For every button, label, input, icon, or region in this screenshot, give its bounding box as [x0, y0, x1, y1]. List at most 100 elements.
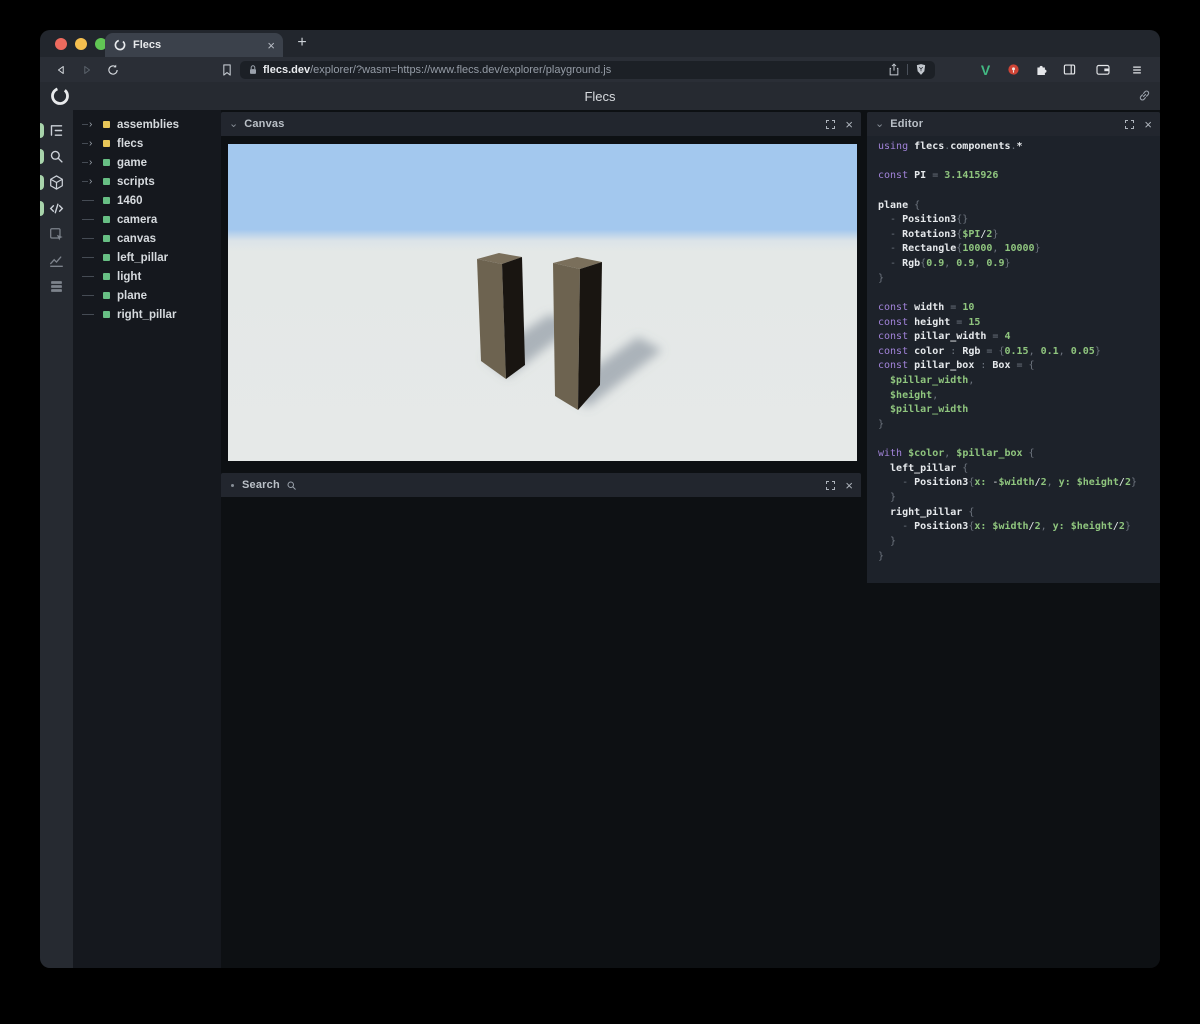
urlbar-divider — [907, 64, 908, 75]
tree-row[interactable]: › camera — [73, 210, 221, 229]
expand-panel-icon[interactable] — [825, 480, 836, 491]
minimize-window-button[interactable] — [75, 38, 87, 50]
code-line[interactable]: - Position3{} — [878, 213, 1160, 228]
rail-chart-icon[interactable] — [40, 247, 73, 273]
adblock-extension-icon[interactable] — [1004, 60, 1023, 79]
tree-row[interactable]: › left_pillar — [73, 248, 221, 267]
code-line[interactable]: - Position3{x: $width/2, y: $height/2} — [878, 520, 1160, 535]
rail-inspector-icon[interactable] — [40, 221, 73, 247]
tree-expand-chevron-icon[interactable]: › — [89, 119, 92, 130]
code-line[interactable]: } — [878, 418, 1160, 433]
tree-row-prefix: › — [82, 295, 103, 296]
code-line[interactable]: const pillar_box : Box = { — [878, 359, 1160, 374]
chevron-down-icon[interactable]: ⌄ — [875, 119, 884, 130]
share-link-icon[interactable] — [1137, 88, 1152, 103]
code-line[interactable]: plane { — [878, 199, 1160, 214]
tab-close-icon[interactable]: × — [267, 39, 275, 52]
code-line[interactable]: using flecs.components.* — [878, 140, 1160, 155]
back-button[interactable] — [50, 60, 72, 80]
browser-window: Flecs × + flecs.dev /explorer/?wasm=http… — [40, 30, 1160, 968]
tree-row[interactable]: › game — [73, 153, 221, 172]
tree-expand-chevron-icon[interactable]: › — [89, 176, 92, 187]
canvas-panel-title: Canvas — [244, 118, 285, 130]
code-line[interactable]: $pillar_width — [878, 403, 1160, 418]
tree-dash — [82, 124, 88, 125]
expand-panel-icon[interactable] — [1124, 119, 1135, 130]
sidebar-toggle-icon[interactable] — [1060, 60, 1079, 79]
tree-dash — [82, 200, 94, 201]
tree-expand-chevron-icon[interactable]: › — [89, 157, 92, 168]
code-line[interactable]: right_pillar { — [878, 506, 1160, 521]
canvas-3d-viewport[interactable] — [228, 144, 857, 461]
active-indicator — [40, 123, 44, 138]
code-editor[interactable]: using flecs.components.* const PI = 3.14… — [867, 136, 1160, 564]
entity-kind-square-icon — [103, 292, 110, 299]
tree-row[interactable]: › right_pillar — [73, 305, 221, 324]
collapsed-dot-icon[interactable] — [231, 483, 234, 487]
rail-code-icon[interactable] — [40, 195, 73, 221]
tree-row[interactable]: › canvas — [73, 229, 221, 248]
tab-flecs[interactable]: Flecs × — [105, 33, 283, 57]
tree-row[interactable]: › 1460 — [73, 191, 221, 210]
tree-row[interactable]: › light — [73, 267, 221, 286]
code-line[interactable]: - Rotation3{$PI/2} — [878, 228, 1160, 243]
expand-panel-icon[interactable] — [825, 119, 836, 130]
tree-row[interactable]: › plane — [73, 286, 221, 305]
code-line[interactable] — [878, 184, 1160, 199]
code-line[interactable]: const width = 10 — [878, 301, 1160, 316]
code-line[interactable]: } — [878, 535, 1160, 550]
forward-button[interactable] — [76, 60, 98, 80]
vue-devtools-icon[interactable]: V — [976, 60, 995, 79]
code-line[interactable]: const PI = 3.1415926 — [878, 169, 1160, 184]
close-panel-icon[interactable]: × — [845, 479, 853, 492]
search-icon — [286, 480, 297, 491]
brave-shield-icon[interactable] — [915, 63, 927, 76]
code-line[interactable]: } — [878, 550, 1160, 565]
code-line[interactable]: const height = 15 — [878, 316, 1160, 331]
code-line[interactable]: const color : Rgb = {0.15, 0.1, 0.05} — [878, 345, 1160, 360]
code-line[interactable]: - Rectangle{10000, 10000} — [878, 242, 1160, 257]
close-panel-icon[interactable]: × — [845, 118, 853, 131]
editor-panel-header[interactable]: ⌄ Editor × — [867, 112, 1160, 136]
code-line[interactable]: - Rgb{0.9, 0.9, 0.9} — [878, 257, 1160, 272]
tree-row[interactable]: › scripts — [73, 172, 221, 191]
rail-search-icon[interactable] — [40, 143, 73, 169]
tree-dash — [82, 276, 94, 277]
tree-row[interactable]: › flecs — [73, 134, 221, 153]
bookmark-icon[interactable] — [216, 60, 238, 80]
share-icon[interactable] — [888, 63, 900, 76]
menu-icon[interactable] — [1127, 60, 1146, 79]
code-line[interactable]: left_pillar { — [878, 462, 1160, 477]
reload-button[interactable] — [102, 60, 124, 80]
code-line[interactable]: - Position3{x: -$width/2, y: $height/2} — [878, 476, 1160, 491]
code-line[interactable]: } — [878, 272, 1160, 287]
close-window-button[interactable] — [55, 38, 67, 50]
code-line[interactable] — [878, 433, 1160, 448]
close-panel-icon[interactable]: × — [1144, 118, 1152, 131]
left-pillar — [477, 253, 525, 379]
tree-row[interactable]: › assemblies — [73, 115, 221, 134]
extensions-puzzle-icon[interactable] — [1032, 60, 1051, 79]
url-bar[interactable]: flecs.dev /explorer/?wasm=https://www.fl… — [240, 60, 935, 79]
search-panel-header[interactable]: Search × — [221, 473, 861, 497]
active-indicator — [40, 149, 44, 164]
wallet-icon[interactable] — [1093, 60, 1112, 79]
rail-rows-icon[interactable] — [40, 273, 73, 299]
search-panel: Search × — [221, 473, 861, 497]
sky-and-ground — [228, 144, 857, 461]
canvas-panel-header[interactable]: ⌄ Canvas × — [221, 112, 861, 136]
code-line[interactable] — [878, 286, 1160, 301]
tree-expand-chevron-icon[interactable]: › — [89, 138, 92, 149]
code-line[interactable] — [878, 155, 1160, 170]
new-tab-button[interactable]: + — [291, 32, 313, 54]
code-line[interactable]: $height, — [878, 389, 1160, 404]
code-line[interactable]: const pillar_width = 4 — [878, 330, 1160, 345]
code-line[interactable]: $pillar_width, — [878, 374, 1160, 389]
urlbar-right-icons — [888, 63, 927, 76]
code-line[interactable]: with $color, $pillar_box { — [878, 447, 1160, 462]
code-line[interactable]: } — [878, 491, 1160, 506]
browser-toolbar: flecs.dev /explorer/?wasm=https://www.fl… — [40, 57, 1160, 82]
rail-cube-icon[interactable] — [40, 169, 73, 195]
rail-outline-tree-icon[interactable] — [40, 117, 73, 143]
chevron-down-icon[interactable]: ⌄ — [229, 119, 238, 130]
